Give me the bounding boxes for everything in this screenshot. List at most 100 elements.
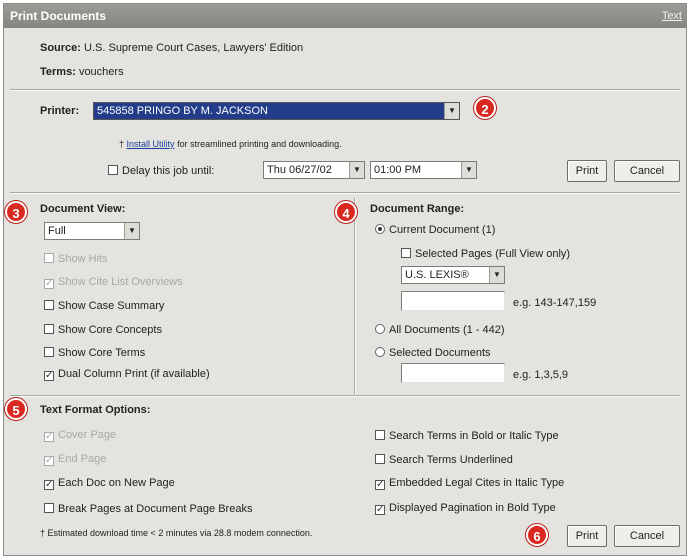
selected-pages-checkbox[interactable] [401,248,411,258]
print-button-top[interactable]: Print [567,160,607,182]
show-cite-list-checkbox: ✓ [44,278,54,289]
selected-documents-radio[interactable] [375,347,385,357]
option-label: End Page [58,453,107,465]
current-document-radio[interactable] [375,224,385,234]
document-view-select[interactable]: Full ▼ [44,222,140,240]
show-case-summary-checkbox[interactable] [44,300,54,310]
cancel-button[interactable]: Cancel [614,525,680,547]
chevron-down-icon[interactable]: ▼ [349,162,364,178]
current-document-option[interactable]: Current Document (1) [375,223,495,236]
dialog-title: Print Documents [10,9,107,23]
citation-format-value: U.S. LEXIS® [405,269,469,281]
embedded-cites-italic-option[interactable]: ✓ Embedded Legal Cites in Italic Type [375,477,565,490]
option-label: Show Cite List Overviews [58,276,183,288]
show-core-terms-option[interactable]: Show Core Terms [44,346,145,359]
end-page-checkbox: ✓ [44,455,54,466]
title-bar: Print Documents Text [4,4,686,28]
chevron-down-icon[interactable]: ▼ [124,223,139,239]
search-terms-bold-checkbox[interactable] [375,430,385,440]
option-label: Show Core Terms [58,347,146,359]
source-value: U.S. Supreme Court Cases, Lawyers' Editi… [84,42,304,54]
show-core-concepts-checkbox[interactable] [44,324,54,334]
divider [10,192,680,194]
documents-input[interactable] [401,363,505,383]
show-core-terms-checkbox[interactable] [44,347,54,357]
close-link[interactable]: Text [662,4,682,28]
callout-4: 4 [335,201,357,223]
option-label: Break Pages at Document Page Breaks [58,503,253,515]
search-terms-underlined-checkbox[interactable] [375,454,385,464]
each-doc-new-page-option[interactable]: ✓ Each Doc on New Page [44,477,175,490]
pages-example: e.g. 143-147,159 [513,297,597,309]
delay-time-select[interactable]: 01:00 PM ▼ [370,161,477,179]
selected-documents-label: Selected Documents [389,347,491,359]
all-documents-label: All Documents (1 - 442) [389,324,505,336]
dual-column-option[interactable]: ✓ Dual Column Print (if available) [44,368,210,381]
printer-select[interactable]: 545858 PRINGO BY M. JACKSON ▼ [93,102,460,120]
terms-row: Terms: vouchers [40,66,124,78]
callout-6: 6 [526,524,548,546]
option-label: Cover Page [58,429,117,441]
pagination-bold-checkbox[interactable]: ✓ [375,505,385,515]
break-pages-option[interactable]: Break Pages at Document Page Breaks [44,502,252,515]
show-cite-list-option: ✓ Show Cite List Overviews [44,276,183,289]
chevron-down-icon[interactable]: ▼ [489,267,504,283]
show-core-concepts-option[interactable]: Show Core Concepts [44,323,162,336]
selected-documents-option[interactable]: Selected Documents [375,346,491,359]
chevron-down-icon[interactable]: ▼ [444,103,459,119]
install-utility-link[interactable]: Install Utility [127,139,175,149]
embedded-cites-italic-checkbox[interactable]: ✓ [375,480,385,490]
callout-2: 2 [474,97,496,119]
option-label: Show Case Summary [58,300,165,312]
callout-5: 5 [5,398,27,420]
print-button[interactable]: Print [567,525,607,547]
option-label: Show Core Concepts [58,324,162,336]
chevron-down-icon[interactable]: ▼ [461,162,476,178]
documents-example: e.g. 1,3,5,9 [513,369,569,381]
option-label: Each Doc on New Page [58,477,175,489]
document-view-heading: Document View: [40,203,126,215]
printer-label: Printer: [40,105,80,117]
delay-checkbox[interactable] [108,165,118,175]
pagination-bold-option[interactable]: ✓ Displayed Pagination in Bold Type [375,502,556,515]
divider [10,89,680,91]
current-document-label: Current Document (1) [389,224,496,236]
printer-hint-text: for streamlined printing and downloading… [177,139,342,149]
option-label: Search Terms in Bold or Italic Type [389,430,559,442]
delay-job-option[interactable]: Delay this job until: [108,164,214,177]
dual-column-checkbox[interactable]: ✓ [44,371,54,381]
citation-format-select[interactable]: U.S. LEXIS® ▼ [401,266,505,284]
callout-3: 3 [5,201,27,223]
source-row: Source: U.S. Supreme Court Cases, Lawyer… [40,42,303,54]
option-label: Embedded Legal Cites in Italic Type [389,477,565,489]
show-case-summary-option[interactable]: Show Case Summary [44,299,164,312]
document-view-value: Full [48,225,66,237]
delay-date-select[interactable]: Thu 06/27/02 ▼ [263,161,365,179]
show-hits-option: Show Hits [44,252,108,265]
column-divider [354,198,356,394]
pages-input[interactable] [401,291,505,311]
cancel-button-top[interactable]: Cancel [614,160,680,182]
all-documents-option[interactable]: All Documents (1 - 442) [375,323,505,336]
selected-pages-option[interactable]: Selected Pages (Full View only) [401,247,570,260]
cover-page-checkbox: ✓ [44,431,54,442]
text-format-heading: Text Format Options: [40,404,151,416]
dagger-mark: † [119,139,125,149]
selected-pages-label: Selected Pages (Full View only) [415,248,571,260]
all-documents-radio[interactable] [375,324,385,334]
option-label: Search Terms Underlined [389,454,513,466]
terms-value: vouchers [78,66,124,78]
delay-label: Delay this job until: [122,165,215,177]
search-terms-underlined-option[interactable]: Search Terms Underlined [375,453,513,466]
cover-page-option: ✓ Cover Page [44,429,117,442]
option-label: Show Hits [58,253,108,265]
delay-date-value: Thu 06/27/02 [267,164,332,176]
option-label: Dual Column Print (if available) [58,368,210,380]
search-terms-bold-option[interactable]: Search Terms in Bold or Italic Type [375,429,559,442]
each-doc-new-page-checkbox[interactable]: ✓ [44,480,54,490]
printer-hint: † Install Utility for streamlined printi… [119,139,342,149]
break-pages-checkbox[interactable] [44,503,54,513]
divider [10,395,680,397]
print-documents-dialog: Print Documents Text Source: U.S. Suprem… [3,3,687,556]
terms-label: Terms: [40,66,76,78]
